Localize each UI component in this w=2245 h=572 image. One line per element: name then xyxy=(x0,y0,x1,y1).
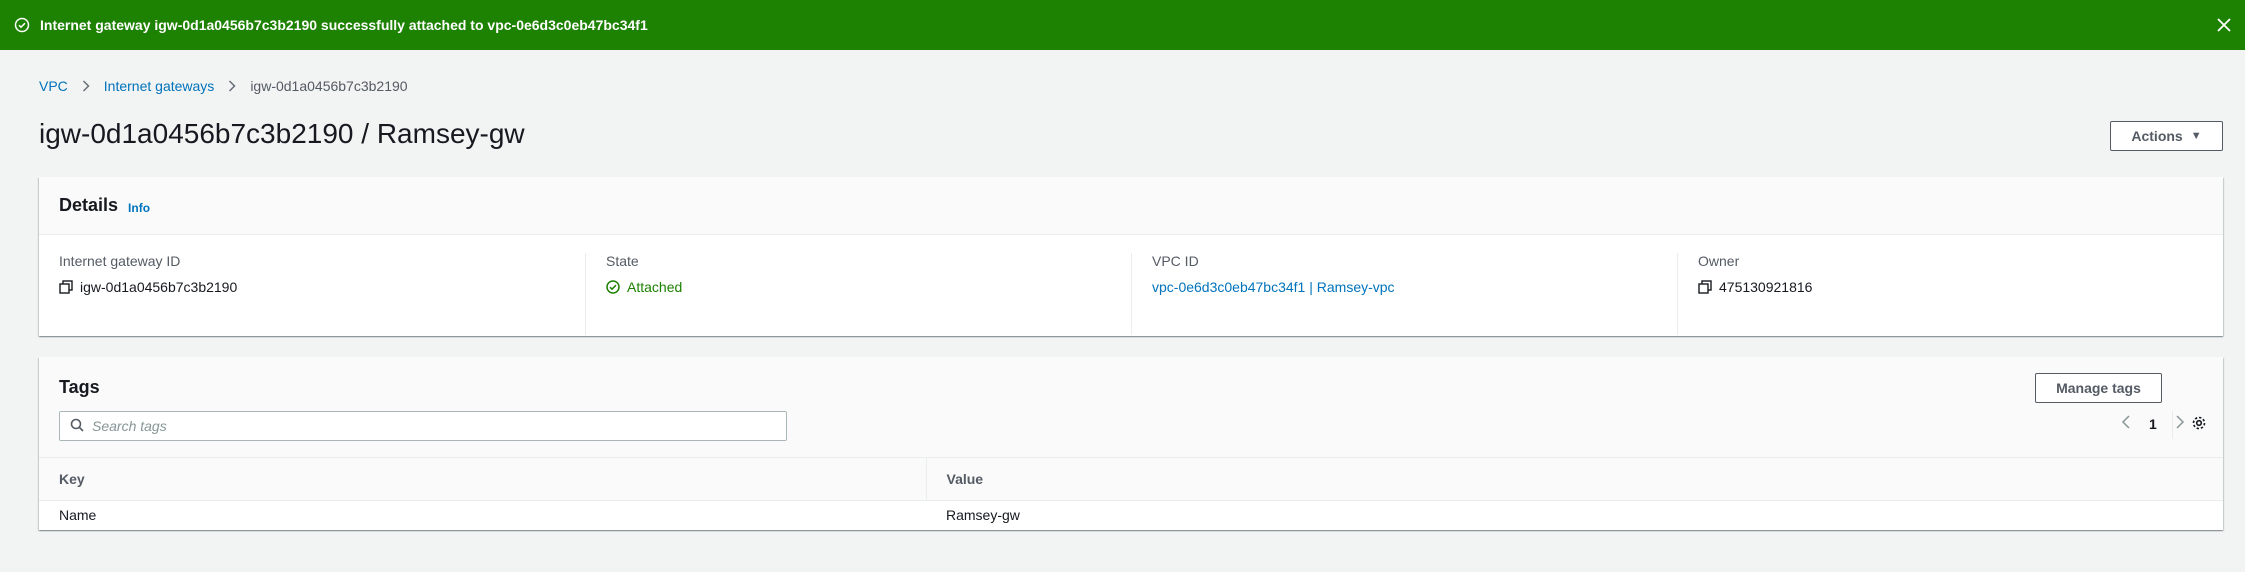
close-icon[interactable] xyxy=(2211,12,2237,38)
tags-header: Tags 1 xyxy=(39,357,2223,457)
gear-icon[interactable] xyxy=(2191,415,2207,431)
chevron-right-icon xyxy=(228,80,236,92)
chevron-left-icon[interactable] xyxy=(2121,415,2131,432)
search-tags-field[interactable] xyxy=(59,411,787,441)
breadcrumb: VPC Internet gateways igw-0d1a0456b7c3b2… xyxy=(39,78,408,94)
copy-icon[interactable] xyxy=(1698,280,1712,294)
tags-table: Key Value Name Ramsey-gw xyxy=(39,457,2223,530)
actions-button[interactable]: Actions ▼ xyxy=(2110,121,2223,151)
breadcrumb-internet-gateways[interactable]: Internet gateways xyxy=(104,78,215,94)
state-value: Attached xyxy=(627,279,683,295)
tags-title: Tags xyxy=(59,377,100,397)
column-header-value[interactable]: Value xyxy=(925,457,2223,501)
search-icon xyxy=(70,418,84,435)
vpc-link[interactable]: vpc-0e6d3c0eb47bc34f1 | Ramsey-vpc xyxy=(1152,279,1395,295)
search-tags-input[interactable] xyxy=(92,418,772,434)
field-vpc-id: VPC ID vpc-0e6d3c0eb47bc34f1 | Ramsey-vp… xyxy=(1131,253,1677,335)
copy-icon[interactable] xyxy=(59,280,73,294)
field-value: 475130921816 xyxy=(1719,279,1813,295)
field-label: State xyxy=(606,253,639,269)
details-title: Details xyxy=(59,195,119,215)
success-flash-banner: Internet gateway igw-0d1a0456b7c3b2190 s… xyxy=(0,0,2245,50)
field-state: State Attached xyxy=(585,253,1131,335)
field-owner: Owner 475130921816 xyxy=(1677,253,2223,335)
tags-panel: Tags 1 Key Value xyxy=(39,357,2223,530)
page-number[interactable]: 1 xyxy=(2149,416,2157,432)
page-title: igw-0d1a0456b7c3b2190 / Ramsey-gw xyxy=(39,118,525,149)
field-label: Internet gateway ID xyxy=(59,253,181,269)
details-panel: Details Info Internet gateway ID igw-0d1… xyxy=(39,177,2223,336)
breadcrumb-current: igw-0d1a0456b7c3b2190 xyxy=(250,78,408,94)
details-header: Details Info xyxy=(39,177,2223,235)
table-row: Name Ramsey-gw xyxy=(39,501,2223,530)
success-check-icon xyxy=(14,17,30,33)
chevron-right-icon[interactable] xyxy=(2175,415,2185,432)
manage-tags-button[interactable]: Manage tags xyxy=(2035,373,2162,403)
actions-label: Actions xyxy=(2131,128,2183,144)
caret-down-icon: ▼ xyxy=(2190,130,2202,142)
field-value: igw-0d1a0456b7c3b2190 xyxy=(80,279,238,295)
info-link[interactable]: Info xyxy=(128,201,150,215)
flash-message: Internet gateway igw-0d1a0456b7c3b2190 s… xyxy=(40,17,648,33)
tag-key: Name xyxy=(59,507,97,524)
pagination: 1 xyxy=(2121,415,2185,432)
breadcrumb-vpc[interactable]: VPC xyxy=(39,78,68,94)
status-success-icon xyxy=(606,280,620,294)
field-internet-gateway-id: Internet gateway ID igw-0d1a0456b7c3b219… xyxy=(39,253,585,335)
chevron-right-icon xyxy=(82,80,90,92)
field-label: Owner xyxy=(1698,253,1740,269)
field-label: VPC ID xyxy=(1152,253,1199,269)
pager-divider xyxy=(2172,411,2173,439)
column-header-key[interactable]: Key xyxy=(39,457,926,501)
manage-tags-label: Manage tags xyxy=(2056,380,2141,396)
tag-value: Ramsey-gw xyxy=(946,507,1020,524)
